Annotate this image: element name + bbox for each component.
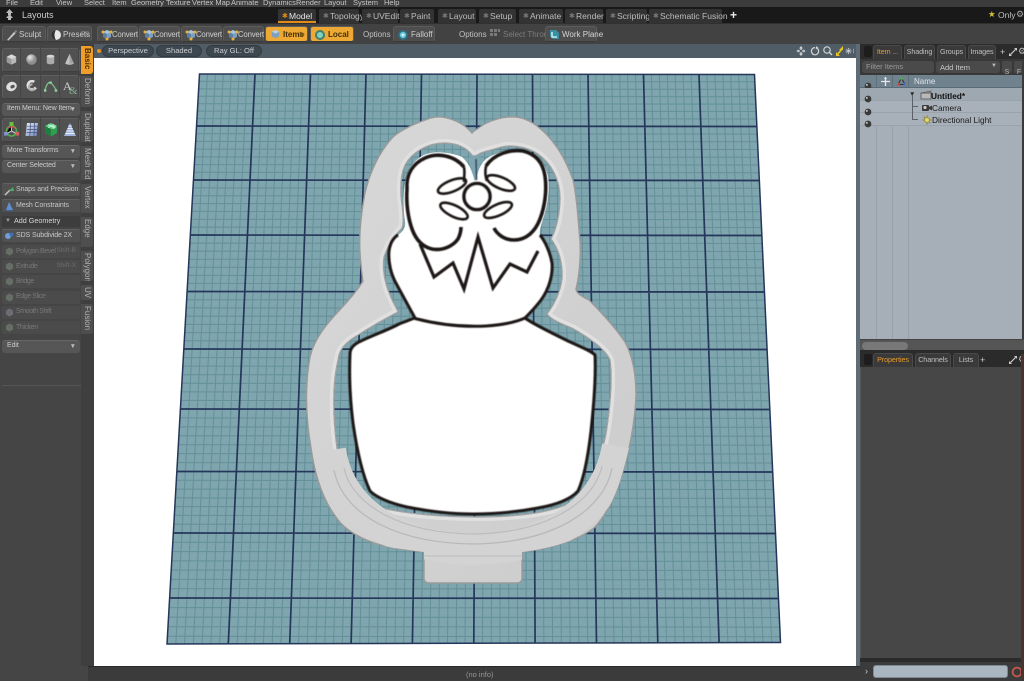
- svg-text:&: &: [69, 85, 78, 95]
